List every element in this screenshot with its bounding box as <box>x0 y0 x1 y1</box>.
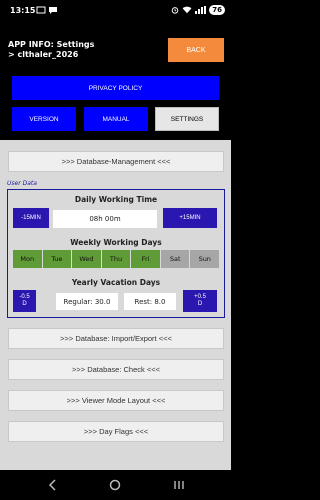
day-toggle-fri[interactable]: Fri <box>131 250 160 268</box>
status-time: 13:15 <box>10 6 36 15</box>
database-import-export-section[interactable]: >>> Database: Import/Export <<< <box>8 328 224 349</box>
database-management-section[interactable]: >>> Database-Management <<< <box>8 151 224 172</box>
page-title-line1: APP INFO: Settings <box>8 40 95 49</box>
home-icon[interactable] <box>108 478 122 492</box>
daily-working-time-value: 08h 00m <box>53 210 157 228</box>
recent-apps-icon[interactable] <box>172 478 186 492</box>
day-flags-section[interactable]: >>> Day Flags <<< <box>8 421 224 442</box>
settings-button[interactable]: SETTINGS <box>155 107 219 131</box>
weekly-working-days-label: Weekly Working Days <box>70 238 162 247</box>
app-header: APP INFO: Settings > clthaler_2026 BACK <box>0 24 231 70</box>
day-toggle-tue[interactable]: Tue <box>42 250 72 268</box>
day-toggle-thu[interactable]: Thu <box>101 250 131 268</box>
minus-15min-button[interactable]: -15MIN <box>13 208 49 228</box>
regular-vacation-value: Regular: 30.0 <box>56 293 118 310</box>
rest-vacation-value: Rest: 8.0 <box>124 293 176 310</box>
database-check-section[interactable]: >>> Database: Check <<< <box>8 359 224 380</box>
yearly-vacation-days-label: Yearly Vacation Days <box>71 278 161 287</box>
manual-button[interactable]: MANUAL <box>84 107 148 131</box>
day-toggle-sat[interactable]: Sat <box>160 250 190 268</box>
page-title-line2: > clthaler_2026 <box>8 50 79 59</box>
viewer-mode-layout-section[interactable]: >>> Viewer Mode Layout <<< <box>8 390 224 411</box>
weekday-toggles: Mon Tue Wed Thu Fri Sat Sun <box>13 250 220 268</box>
wifi-icon <box>182 6 192 14</box>
notification-icon <box>36 6 46 14</box>
page-title: APP INFO: Settings > clthaler_2026 <box>8 40 94 60</box>
back-chevron-icon[interactable] <box>46 478 60 492</box>
plus-15min-button[interactable]: +15MIN <box>163 208 217 228</box>
user-data-panel: Daily Working Time -15MIN 08h 00m +15MIN… <box>7 189 225 318</box>
version-button[interactable]: VERSION <box>12 107 76 131</box>
system-nav-bar <box>0 470 231 500</box>
day-toggle-wed[interactable]: Wed <box>72 250 101 268</box>
plus-half-day-button[interactable]: +0.5 D <box>183 290 217 312</box>
top-nav: PRIVACY POLICY VERSION MANUAL SETTINGS <box>0 70 231 140</box>
back-button[interactable]: BACK <box>168 38 224 62</box>
message-icon <box>49 7 57 14</box>
minus-half-day-button[interactable]: -0.5 D <box>13 290 36 312</box>
status-right: 76 <box>171 5 225 15</box>
settings-content: >>> Database-Management <<< User Data Da… <box>0 140 231 470</box>
day-toggle-sun[interactable]: Sun <box>190 250 220 268</box>
signal-icon <box>195 6 207 14</box>
status-bar: 13:15 76 <box>0 0 231 24</box>
alarm-icon <box>171 7 179 14</box>
daily-working-time-label: Daily Working Time <box>74 195 158 204</box>
battery-icon: 76 <box>209 5 225 15</box>
privacy-policy-button[interactable]: PRIVACY POLICY <box>12 76 219 100</box>
day-toggle-mon[interactable]: Mon <box>13 250 42 268</box>
user-data-label: User Data <box>7 180 37 187</box>
